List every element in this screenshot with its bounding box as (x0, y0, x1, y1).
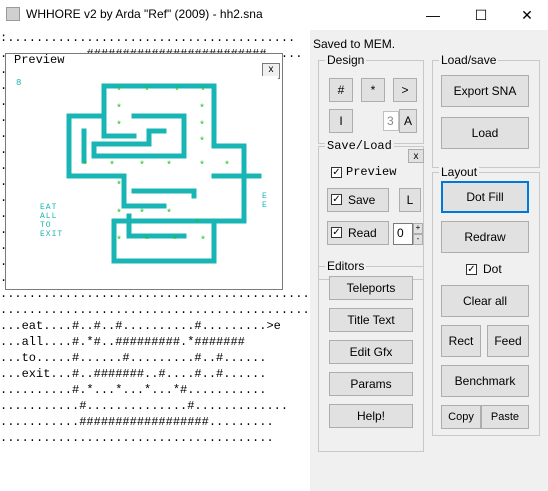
star-button[interactable]: * (361, 78, 385, 102)
preview-window: Preview x * * * * * * * * * * * * * * * * * * * * * * * * 8 EAT A… (5, 53, 283, 290)
preview-side-text: TO (40, 221, 52, 230)
saveload-group-label: Save/Load (325, 139, 394, 153)
layout-group-label: Layout (439, 165, 480, 179)
food-dot: * (200, 86, 206, 98)
clear-all-button[interactable]: Clear all (441, 285, 529, 317)
food-dot: * (116, 180, 122, 192)
saveload-close-button[interactable]: x (408, 149, 424, 163)
food-dot: * (172, 235, 178, 247)
preview-checkbox[interactable]: ✓ (331, 167, 342, 178)
food-dot: * (199, 103, 205, 115)
spin-down-button[interactable]: - (413, 234, 423, 245)
rect-button[interactable]: Rect (441, 325, 481, 357)
redraw-button[interactable]: Redraw (441, 221, 529, 253)
preview-canvas: * * * * * * * * * * * * * * * * * * * * * * * * 8 EAT ALL TO EXIT E E (14, 76, 278, 284)
food-dot: * (199, 120, 205, 132)
app-icon (6, 7, 20, 21)
export-sna-button[interactable]: Export SNA (441, 75, 529, 107)
loadsave-group-label: Load/save (439, 53, 499, 67)
preview-side-text: EAT (40, 203, 57, 212)
preview-corner-digit: 8 (16, 78, 21, 88)
preview-side-text: ALL (40, 212, 57, 221)
a-button[interactable]: A (399, 109, 417, 133)
preview-exit-letter: E (262, 192, 267, 201)
benchmark-button[interactable]: Benchmark (441, 365, 529, 397)
food-dot: * (144, 86, 150, 98)
minimize-button[interactable]: — (410, 0, 456, 30)
loadsave-group: Load/save Export SNA Load (432, 53, 540, 168)
design-group: Design # * > I 3 A (318, 53, 424, 144)
params-button[interactable]: Params (329, 372, 413, 396)
gt-button[interactable]: > (393, 78, 417, 102)
food-dot: * (166, 208, 172, 220)
food-dot: * (224, 160, 230, 172)
paste-button[interactable]: Paste (481, 405, 529, 429)
copy-button[interactable]: Copy (441, 405, 481, 429)
dot-fill-button[interactable]: Dot Fill (441, 181, 529, 213)
status-text: Saved to MEM. (313, 37, 396, 51)
save-checkbox[interactable]: ✓ (331, 194, 342, 205)
preview-title: Preview (14, 53, 65, 67)
food-dot: * (116, 86, 122, 98)
load-button[interactable]: Load (441, 117, 529, 149)
editors-group: Editors Teleports Title Text Edit Gfx Pa… (318, 259, 424, 452)
food-dot: * (199, 160, 205, 172)
save-button-label: Save (348, 193, 376, 207)
food-dot: * (116, 235, 122, 247)
map-grid[interactable]: :.......................................… (0, 30, 310, 491)
food-dot: * (109, 160, 115, 172)
food-dot: * (199, 136, 205, 148)
title-bar: WHHORE v2 by Arda "Ref" (2009) - hh2.sna… (0, 0, 548, 30)
food-dot: * (144, 235, 150, 247)
hash-button[interactable]: # (329, 78, 353, 102)
count-field[interactable]: 3 (383, 111, 399, 131)
food-dot: * (139, 160, 145, 172)
spin-up-button[interactable]: + (413, 223, 423, 234)
food-dot: * (194, 218, 200, 230)
control-panel: Saved to MEM. Design # * > I 3 A Save/Lo… (310, 30, 548, 491)
bar-button[interactable]: I (329, 109, 353, 133)
maximize-button[interactable]: ☐ (458, 0, 504, 30)
design-group-label: Design (325, 53, 367, 67)
read-value-field[interactable]: 0 (393, 223, 413, 245)
food-dot: * (139, 208, 145, 220)
close-button[interactable]: ✕ (504, 0, 548, 30)
edit-gfx-button[interactable]: Edit Gfx (329, 340, 413, 364)
food-dot: * (116, 208, 122, 220)
title-text-button[interactable]: Title Text (329, 308, 413, 332)
dot-checkbox-label: Dot (483, 262, 502, 276)
editors-group-label: Editors (325, 259, 367, 273)
maze-preview: * * * ** ** *** * * * * *** * *** * * * 8EATALLTOEXITEE (16, 78, 267, 264)
preview-side-text: EXIT (40, 230, 63, 239)
help-button[interactable]: Help! (329, 404, 413, 428)
food-dot: * (200, 235, 206, 247)
teleports-button[interactable]: Teleports (329, 276, 413, 300)
preview-checkbox-label: Preview (346, 165, 397, 179)
read-checkbox[interactable]: ✓ (331, 227, 342, 238)
food-dot: * (116, 120, 122, 132)
food-dot: * (116, 103, 122, 115)
window-title: WHHORE v2 by Arda "Ref" (2009) - hh2.sna (26, 7, 263, 21)
layout-group: Layout Dot Fill Redraw ✓ Dot Clear all R… (432, 165, 540, 436)
dot-checkbox[interactable]: ✓ (466, 264, 477, 275)
read-button-label: Read (348, 226, 377, 240)
food-dot: * (82, 160, 88, 172)
food-dot: * (174, 86, 180, 98)
l-button[interactable]: L (399, 188, 421, 212)
food-dot: * (166, 160, 172, 172)
preview-exit-letter: E (262, 201, 267, 210)
feed-button[interactable]: Feed (487, 325, 529, 357)
